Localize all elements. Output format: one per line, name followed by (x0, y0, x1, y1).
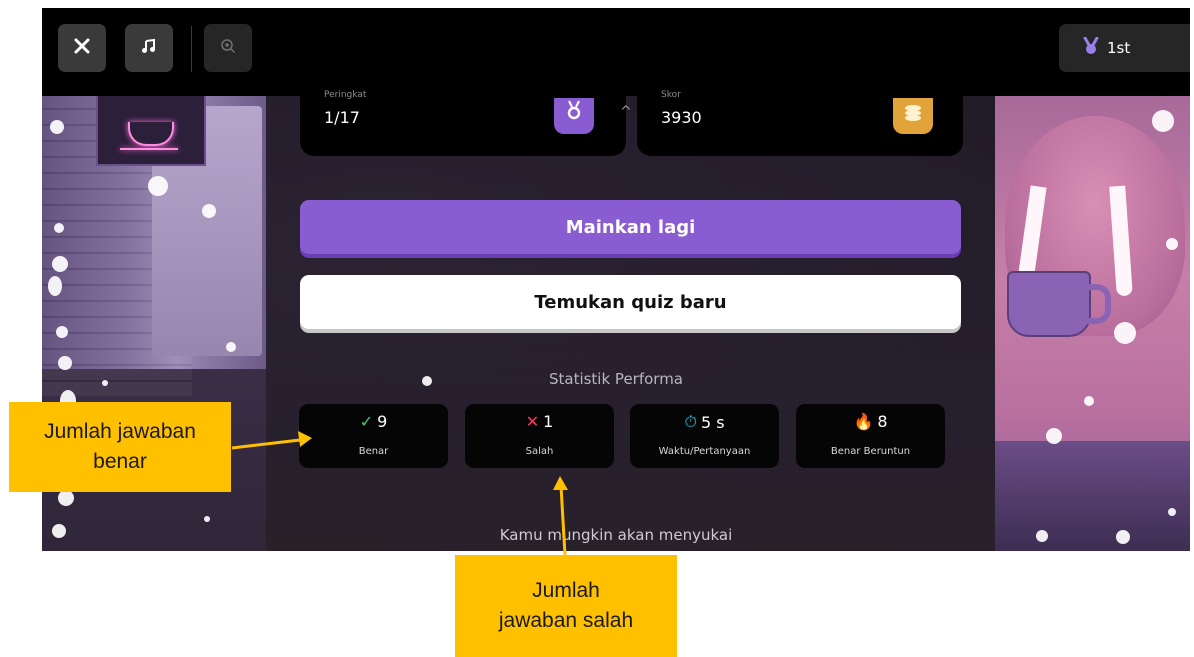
arrow-to-correct-card (231, 438, 301, 450)
arrow-head-correct (298, 431, 312, 447)
arrow-head-wrong (553, 476, 568, 490)
annotation-arrows (231, 431, 568, 556)
arrow-to-wrong-card (559, 485, 567, 556)
